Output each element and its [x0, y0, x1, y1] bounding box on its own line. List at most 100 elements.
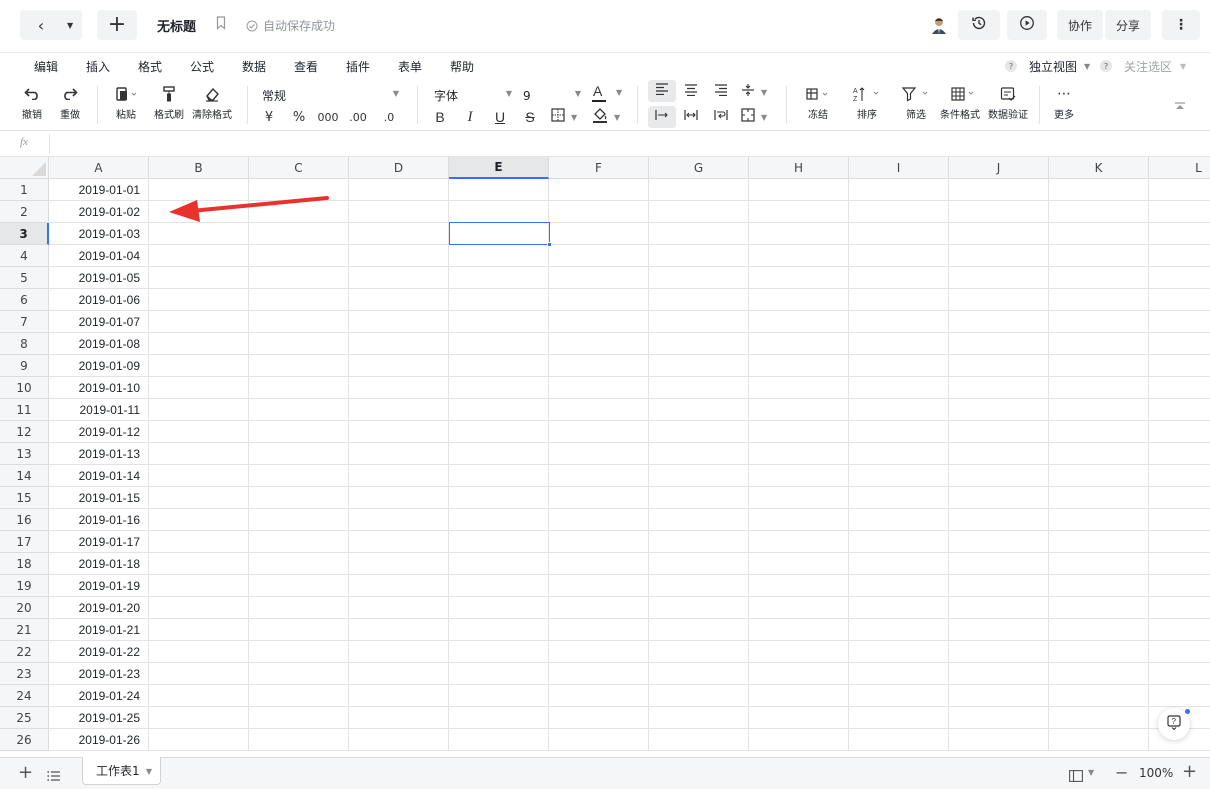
cell-e15[interactable] [449, 487, 549, 509]
cell-b20[interactable] [149, 597, 249, 619]
font-size-select[interactable]: 9 ▼ [523, 85, 581, 103]
cell-i15[interactable] [849, 487, 949, 509]
cell-e16[interactable] [449, 509, 549, 531]
row-header[interactable]: 16 [0, 509, 49, 531]
cell-d5[interactable] [349, 267, 449, 289]
cell-a22[interactable]: 2019-01-22 [49, 641, 149, 663]
column-header-c[interactable]: C [249, 157, 349, 179]
cell-i18[interactable] [849, 553, 949, 575]
cell-g4[interactable] [649, 245, 749, 267]
cell-e14[interactable] [449, 465, 549, 487]
cell-b19[interactable] [149, 575, 249, 597]
row-header[interactable]: 24 [0, 685, 49, 707]
menu-view[interactable]: 查看 [294, 58, 318, 75]
row-header[interactable]: 23 [0, 663, 49, 685]
help-circle-icon[interactable]: ? [1005, 60, 1017, 72]
more-button[interactable]: ⋯ 更多 [1054, 80, 1074, 121]
cell-e17[interactable] [449, 531, 549, 553]
row-header[interactable]: 22 [0, 641, 49, 663]
cell-k13[interactable] [1049, 443, 1149, 465]
cell-e20[interactable] [449, 597, 549, 619]
cell-j25[interactable] [949, 707, 1049, 729]
cell-a16[interactable]: 2019-01-16 [49, 509, 149, 531]
cell-e21[interactable] [449, 619, 549, 641]
cell-c12[interactable] [249, 421, 349, 443]
cell-f17[interactable] [549, 531, 649, 553]
cell-k19[interactable] [1049, 575, 1149, 597]
menu-edit[interactable]: 编辑 [34, 58, 58, 75]
cell-d19[interactable] [349, 575, 449, 597]
cell-l4[interactable] [1149, 245, 1210, 267]
cell-a24[interactable]: 2019-01-24 [49, 685, 149, 707]
column-header-b[interactable]: B [149, 157, 249, 179]
cell-f9[interactable] [549, 355, 649, 377]
column-header-e[interactable]: E [449, 157, 549, 179]
cell-f14[interactable] [549, 465, 649, 487]
cell-j1[interactable] [949, 179, 1049, 201]
cell-c4[interactable] [249, 245, 349, 267]
row-header[interactable]: 8 [0, 333, 49, 355]
cell-k23[interactable] [1049, 663, 1149, 685]
cell-e7[interactable] [449, 311, 549, 333]
cell-a4[interactable]: 2019-01-04 [49, 245, 149, 267]
zoom-in-button[interactable]: + [1182, 761, 1198, 783]
cell-i20[interactable] [849, 597, 949, 619]
sheet-list-button[interactable] [47, 767, 61, 781]
clear-format-button[interactable]: 清除格式 [192, 80, 232, 121]
strikethrough-button[interactable]: S [520, 107, 540, 127]
cell-j3[interactable] [949, 223, 1049, 245]
cell-h13[interactable] [749, 443, 849, 465]
cell-a10[interactable]: 2019-01-10 [49, 377, 149, 399]
cell-h9[interactable] [749, 355, 849, 377]
cell-d10[interactable] [349, 377, 449, 399]
menu-insert[interactable]: 插入 [86, 58, 110, 75]
cell-e26[interactable] [449, 729, 549, 751]
cell-l2[interactable] [1149, 201, 1210, 223]
new-button[interactable]: + [97, 10, 137, 40]
cell-d20[interactable] [349, 597, 449, 619]
cell-c10[interactable] [249, 377, 349, 399]
menu-forms[interactable]: 表单 [398, 58, 422, 75]
cell-d7[interactable] [349, 311, 449, 333]
cell-i26[interactable] [849, 729, 949, 751]
cell-i23[interactable] [849, 663, 949, 685]
font-color-button[interactable]: A ▼ [591, 83, 625, 105]
increase-decimal-button[interactable]: .00 [348, 107, 368, 127]
cell-h1[interactable] [749, 179, 849, 201]
cell-d14[interactable] [349, 465, 449, 487]
cell-c9[interactable] [249, 355, 349, 377]
align-left-button[interactable] [648, 80, 676, 102]
cell-j16[interactable] [949, 509, 1049, 531]
bookmark-icon[interactable] [216, 15, 226, 30]
cell-b9[interactable] [149, 355, 249, 377]
cell-b12[interactable] [149, 421, 249, 443]
cell-i2[interactable] [849, 201, 949, 223]
cell-f15[interactable] [549, 487, 649, 509]
cell-f25[interactable] [549, 707, 649, 729]
cell-c25[interactable] [249, 707, 349, 729]
help-float-button[interactable]: ? [1158, 708, 1190, 740]
paste-button[interactable]: 粘贴 [115, 80, 137, 121]
italic-button[interactable]: I [460, 107, 480, 127]
underline-button[interactable]: U [490, 107, 510, 127]
cell-h5[interactable] [749, 267, 849, 289]
number-format-select[interactable]: 常规 ▼ [262, 85, 402, 103]
cell-b4[interactable] [149, 245, 249, 267]
cell-i19[interactable] [849, 575, 949, 597]
cell-h11[interactable] [749, 399, 849, 421]
cell-j20[interactable] [949, 597, 1049, 619]
cell-g6[interactable] [649, 289, 749, 311]
cell-b26[interactable] [149, 729, 249, 751]
cell-k3[interactable] [1049, 223, 1149, 245]
cell-i6[interactable] [849, 289, 949, 311]
cell-c17[interactable] [249, 531, 349, 553]
cell-k26[interactable] [1049, 729, 1149, 751]
help-circle-icon[interactable]: ? [1100, 60, 1112, 72]
cell-l13[interactable] [1149, 443, 1210, 465]
cell-e22[interactable] [449, 641, 549, 663]
cell-d25[interactable] [349, 707, 449, 729]
cell-e9[interactable] [449, 355, 549, 377]
cell-j4[interactable] [949, 245, 1049, 267]
view-mode-button[interactable]: ▼ [1069, 767, 1097, 782]
format-painter-button[interactable]: 格式刷 [154, 80, 184, 121]
